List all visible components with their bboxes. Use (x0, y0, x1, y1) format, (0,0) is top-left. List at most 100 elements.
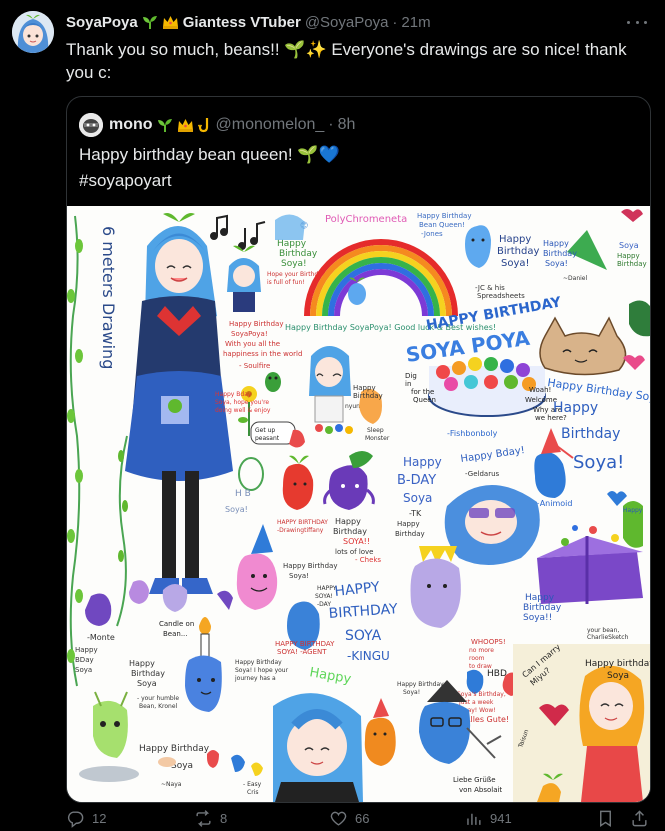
svg-text:Birthday: Birthday (561, 426, 620, 442)
svg-text:Queen: Queen (413, 396, 436, 404)
svg-text:Happy Birthday: Happy Birthday (235, 659, 282, 666)
svg-text:😊: 😊 (300, 221, 308, 230)
svg-text:Birthday: Birthday (523, 603, 562, 613)
quote-display-name[interactable]: mono (109, 116, 153, 134)
hook-icon (197, 117, 212, 133)
svg-text:your bean,: your bean, (587, 627, 619, 634)
svg-text:Birthday: Birthday (333, 527, 367, 536)
svg-text:Bean, Kronel: Bean, Kronel (139, 703, 178, 710)
quote-handle[interactable]: @monomelon_ (216, 116, 325, 134)
svg-text:Soya: Soya (403, 491, 432, 505)
svg-text:Happy: Happy (543, 239, 569, 248)
svg-text:Birthday: Birthday (617, 260, 647, 268)
birthday-artwork-image[interactable]: 6 meters Drawing Hope your Birthday is f… (67, 206, 650, 802)
reply-button[interactable]: 12 (66, 809, 106, 828)
svg-text:Soya!: Soya! (545, 259, 568, 268)
svg-text:Happy Birthday: Happy Birthday (229, 320, 284, 328)
tweet-header: SoyaPoya Giantess VTuber @SoyaPoya · 21m (66, 12, 625, 32)
svg-text:Happy Birthday: Happy Birthday (283, 562, 338, 570)
svg-text:- Cheks: - Cheks (355, 556, 381, 564)
svg-text:Sleep: Sleep (367, 427, 384, 434)
quote-timestamp[interactable]: 8h (338, 116, 356, 134)
repost-count: 8 (220, 811, 228, 826)
svg-text:- Easy: - Easy (243, 781, 262, 788)
handle[interactable]: @SoyaPoya (305, 14, 389, 31)
svg-text:Soya!!: Soya!! (523, 613, 552, 623)
svg-text:Happy: Happy (397, 520, 420, 528)
svg-text:- Soulfire: - Soulfire (239, 362, 270, 370)
svg-text:Happy: Happy (617, 252, 640, 260)
svg-text:Happy: Happy (277, 239, 307, 249)
svg-text:Dig: Dig (405, 372, 417, 380)
svg-text:Happy Birthday: Happy Birthday (417, 212, 472, 220)
svg-text:-Drawingtiffany: -Drawingtiffany (277, 527, 324, 534)
like-button[interactable]: 66 (329, 809, 369, 828)
svg-text:is full of fun!: is full of fun! (267, 279, 305, 286)
svg-text:peasant: peasant (255, 435, 280, 442)
crown-icon (162, 14, 179, 30)
more-icon[interactable] (627, 14, 647, 30)
svg-text:SOYA: SOYA (345, 628, 382, 644)
avatar[interactable] (12, 11, 54, 53)
quote-text-line-1: Happy birthday bean queen! 🌱💙 (79, 145, 340, 164)
tweet-text-line-1: Thank you so much, beans!! 🌱✨ Everyone's… (66, 40, 627, 59)
timestamp[interactable]: 21m (401, 14, 430, 31)
svg-text:SOYA! -AGENT: SOYA! -AGENT (277, 648, 327, 656)
svg-text:Happy: Happy (403, 455, 442, 469)
repost-icon (196, 810, 211, 827)
crown-icon (177, 117, 194, 133)
svg-text:Happy: Happy (353, 384, 376, 392)
reply-icon (67, 811, 84, 828)
svg-text:Bean Queen!: Bean Queen! (419, 221, 465, 229)
views-button[interactable]: 941 (464, 809, 512, 828)
like-count: 66 (355, 811, 370, 826)
action-bar: 12 8 66 941 (66, 803, 651, 831)
separator: · (392, 13, 398, 31)
blue-hair-girl (273, 693, 363, 802)
sprout-icon (142, 14, 158, 30)
svg-text:Get up: Get up (255, 427, 275, 434)
svg-text:HAPPY BIRTHDAY: HAPPY BIRTHDAY (275, 640, 335, 648)
svg-text:-JC & his: -JC & his (475, 284, 505, 292)
svg-text:-Geldarus: -Geldarus (465, 470, 500, 478)
share-button[interactable] (630, 809, 649, 828)
svg-text:Soya!: Soya! (573, 452, 624, 473)
sprout-icon (157, 117, 173, 133)
svg-text:Alles Gute!: Alles Gute! (465, 715, 509, 724)
svg-text:Happy birthday: Happy birthday (585, 659, 650, 669)
svg-text:Birthday: Birthday (353, 392, 383, 400)
svg-text:~Animoid: ~Animoid (533, 499, 572, 508)
bookmark-button[interactable] (596, 809, 615, 828)
svg-text:journey has a: journey has a (234, 675, 276, 682)
svg-text:Soya's Birthday,: Soya's Birthday, (457, 691, 506, 698)
svg-text:~Naya: ~Naya (161, 781, 182, 788)
svg-text:Happy: Happy (129, 659, 155, 668)
hashtag-link[interactable]: #soyapoyart (79, 168, 340, 194)
svg-text:Candle on: Candle on (159, 620, 194, 628)
bookmark-icon (600, 810, 611, 827)
tweet[interactable]: SoyaPoya Giantess VTuber @SoyaPoya · 21m… (0, 0, 665, 831)
svg-text:HAPPY BIRTHDAY: HAPPY BIRTHDAY (277, 519, 328, 526)
svg-text:Birthday: Birthday (131, 669, 165, 678)
svg-text:Happy: Happy (75, 646, 98, 654)
svg-text:WHOOPS!: WHOOPS! (471, 638, 506, 646)
svg-text:Monster: Monster (365, 435, 390, 442)
svg-text:-TK: -TK (409, 509, 422, 518)
svg-text:~Daniel: ~Daniel (563, 275, 587, 282)
svg-text:room: room (469, 655, 485, 662)
svg-text:-KINGU: -KINGU (347, 649, 390, 663)
svg-text:Soya: Soya (75, 666, 92, 674)
svg-text:HBD: HBD (487, 669, 507, 679)
svg-text:Soya!: Soya! (501, 258, 530, 269)
display-name[interactable]: SoyaPoya (66, 14, 138, 31)
name-suffix[interactable]: Giantess VTuber (183, 14, 301, 31)
svg-text:Happy: Happy (525, 593, 555, 603)
svg-text:BDay: BDay (75, 656, 94, 664)
quote-avatar[interactable] (79, 113, 103, 137)
share-icon (632, 810, 647, 827)
repost-button[interactable]: 8 (194, 809, 227, 828)
svg-text:happiness in the world: happiness in the world (223, 350, 302, 358)
svg-text:Soya!: Soya! (403, 689, 420, 696)
svg-text:-Monte: -Monte (87, 633, 115, 642)
quoted-tweet[interactable]: mono @monomelon_ · 8h Happy birthday bea… (66, 96, 651, 803)
